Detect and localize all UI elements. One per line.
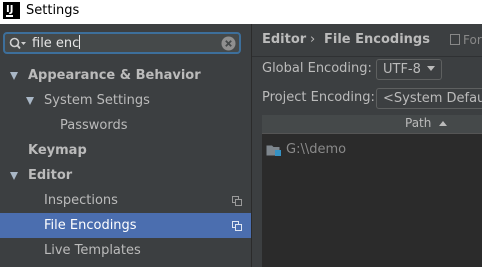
expand-arrow-icon[interactable] xyxy=(26,97,34,105)
project-encoding-value: <System Default: GBK> xyxy=(383,91,482,106)
tree-item-appearance-behavior[interactable]: Appearance & Behavior xyxy=(0,63,251,88)
tree-item-label: Editor xyxy=(28,168,73,183)
file-encodings-table: Path G:\\demo xyxy=(262,115,482,267)
sort-ascending-icon[interactable] xyxy=(439,121,447,126)
expand-arrow-icon[interactable] xyxy=(10,172,18,180)
global-encoding-dropdown[interactable]: UTF-8 xyxy=(376,59,442,80)
tree-item-label: Appearance & Behavior xyxy=(28,68,201,83)
tree-item-label: Keymap xyxy=(28,143,87,158)
tree-item-label: Live Templates xyxy=(44,243,141,258)
expand-arrow-icon[interactable] xyxy=(10,72,18,80)
intellij-app-icon: IJ xyxy=(3,2,20,19)
tree-item-passwords[interactable]: Passwords xyxy=(0,113,251,138)
table-header: Path xyxy=(262,115,482,134)
settings-search-field[interactable]: file enc xyxy=(3,32,241,54)
tree-item-system-settings[interactable]: System Settings xyxy=(0,88,251,113)
project-encoding-label: Project Encoding: xyxy=(262,90,375,105)
column-header-path[interactable]: Path xyxy=(405,116,431,130)
clear-search-icon[interactable] xyxy=(221,36,236,51)
tree-item-live-templates[interactable]: Live Templates xyxy=(0,238,251,263)
for-current-project-label: For xyxy=(450,33,482,47)
settings-sidebar: file enc Appearance & Behavior System Se… xyxy=(0,24,251,267)
project-scope-icon xyxy=(232,221,242,231)
table-row[interactable]: G:\\demo xyxy=(262,141,482,161)
project-scope-icon xyxy=(450,34,460,45)
breadcrumb-separator: › xyxy=(310,32,316,47)
tree-item-label: Passwords xyxy=(60,118,128,133)
tree-item-label: System Settings xyxy=(44,93,150,108)
project-encoding-dropdown[interactable]: <System Default: GBK> xyxy=(376,88,482,109)
tree-item-keymap[interactable]: Keymap xyxy=(0,138,251,163)
tree-item-editor[interactable]: Editor xyxy=(0,163,251,188)
table-cell-path: G:\\demo xyxy=(286,142,347,157)
tree-item-label: Inspections xyxy=(44,193,118,208)
breadcrumb-editor: Editor xyxy=(262,32,307,47)
search-icon[interactable] xyxy=(9,37,27,51)
project-scope-icon xyxy=(232,196,242,206)
breadcrumb: Editor › File Encodings For xyxy=(252,24,482,57)
tree-item-inspections[interactable]: Inspections xyxy=(0,188,251,213)
chevron-down-icon xyxy=(426,66,435,71)
global-encoding-value: UTF-8 xyxy=(383,62,421,77)
global-encoding-label: Global Encoding: xyxy=(262,61,372,76)
window-title: Settings xyxy=(26,3,80,18)
title-bar: IJ Settings xyxy=(0,0,482,24)
tree-item-label: File Encodings xyxy=(44,218,137,233)
module-folder-icon xyxy=(266,145,281,156)
file-encodings-panel: Editor › File Encodings For Global Encod… xyxy=(252,24,482,267)
search-input-value[interactable]: file enc xyxy=(32,35,81,51)
tree-item-file-encodings[interactable]: File Encodings xyxy=(0,213,251,238)
text-caret xyxy=(79,35,81,49)
breadcrumb-file-encodings: File Encodings xyxy=(324,32,430,47)
